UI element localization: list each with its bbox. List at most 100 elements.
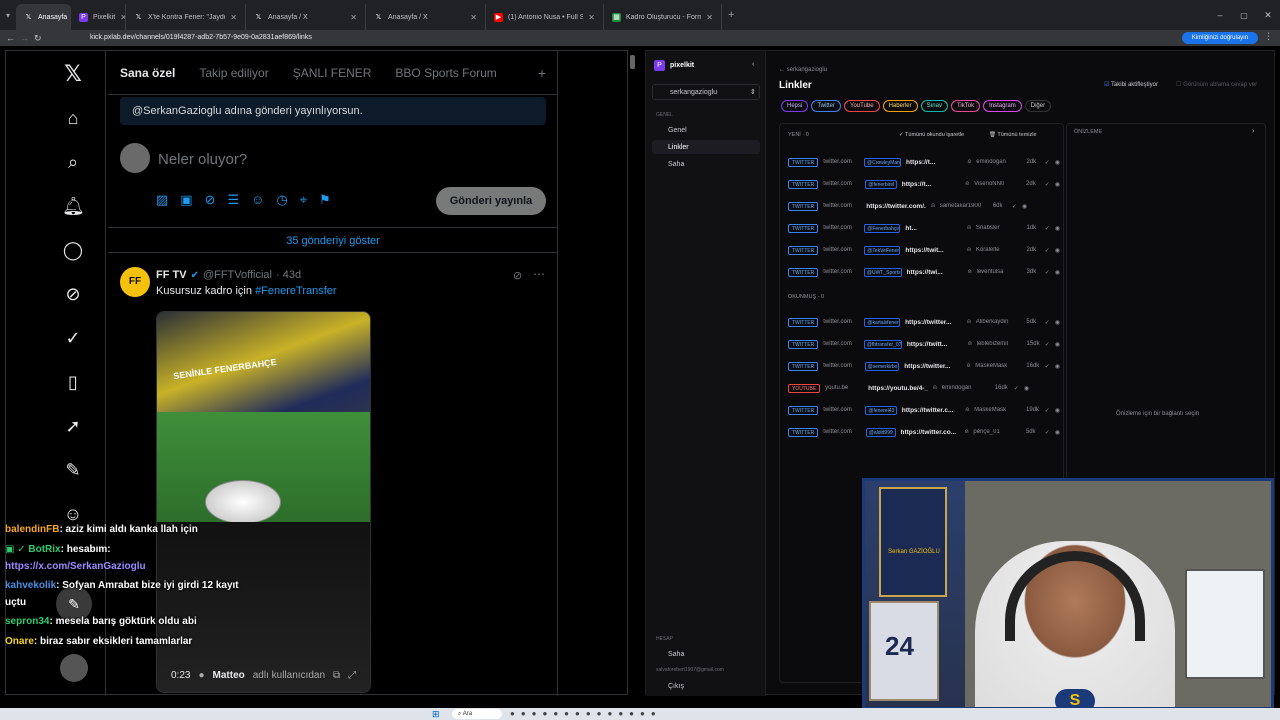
- nav-linkler[interactable]: Linkler: [668, 144, 689, 151]
- link-row[interactable]: TWITTER twitter.com @kartalsfener https://t…: [788, 315, 1060, 329]
- link-row[interactable]: TWITTER twitter.com @fbtransfer_07 https://…: [788, 337, 1060, 351]
- tab-following[interactable]: Takip ediliyor: [187, 66, 280, 80]
- flag-icon[interactable]: ⚑: [319, 192, 331, 208]
- filter-twitter[interactable]: Twitter: [811, 100, 842, 112]
- preview-eye-icon[interactable]: ◉: [1055, 429, 1060, 436]
- clear-all-button[interactable]: 🗑︎ Tümünü temizle: [989, 132, 1037, 138]
- schedule-icon[interactable]: ◷: [276, 192, 287, 208]
- lists-icon[interactable]: ✎: [62, 459, 84, 481]
- add-tab-icon[interactable]: +: [526, 65, 558, 81]
- mark-read-icon[interactable]: ✓: [1045, 181, 1050, 188]
- tweet[interactable]: FF FF TV ✔ @FFTVofficial · 43d ⊘ ⋯ Kusur…: [108, 257, 558, 697]
- profile-icon[interactable]: ☺: [62, 503, 84, 525]
- show-new-posts[interactable]: 35 gönderiyi göster: [108, 227, 558, 253]
- post-button[interactable]: Gönderi yayınla: [436, 187, 546, 215]
- close-icon[interactable]: ✕: [706, 13, 713, 22]
- mark-read-icon[interactable]: ✓: [1045, 363, 1050, 370]
- verified-icon[interactable]: ✓: [62, 327, 84, 349]
- link-row[interactable]: TWITTER twitter.com @CrowleyMan https://t..…: [788, 155, 1060, 169]
- maximize-icon[interactable]: ▢: [1232, 11, 1256, 20]
- tab-for-you[interactable]: Sana özel: [108, 66, 187, 80]
- filter-other[interactable]: Diğer: [1024, 100, 1052, 112]
- link-row[interactable]: TWITTER twitter.com https://twitter.com/..…: [788, 199, 1060, 213]
- link-row[interactable]: TWITTER twitter.com @fenerbirel https://t..…: [788, 177, 1060, 191]
- mark-read-icon[interactable]: ✓: [1045, 225, 1050, 232]
- link-row[interactable]: TWITTER twitter.com @Fenerbahçe ht... ⍝ Snabs…: [788, 221, 1060, 235]
- notifications-icon[interactable]: 🔔︎: [62, 195, 85, 217]
- back-link[interactable]: ← serkangazioglu: [779, 67, 827, 73]
- pip-icon[interactable]: ⧉: [333, 670, 340, 681]
- link-url[interactable]: https://twitter...: [905, 319, 962, 326]
- link-row[interactable]: TWITTER twitter.com @semerkirbo https://twi…: [788, 359, 1060, 373]
- preview-eye-icon[interactable]: ◉: [1055, 363, 1060, 370]
- profile-button[interactable]: Kimliğinizi doğrulayın: [1182, 32, 1258, 44]
- tweet-avatar[interactable]: FF: [120, 267, 150, 297]
- link-url[interactable]: https://youtu.be/4-_eSNQOkuw: [868, 385, 928, 392]
- follow-toggle[interactable]: ☑ Takibi aktifleştiyor: [1104, 81, 1158, 88]
- nav-genel[interactable]: Genel: [668, 127, 687, 134]
- new-tab-icon[interactable]: +: [728, 9, 734, 21]
- link-url[interactable]: https://twit...: [905, 247, 962, 254]
- tweet-author-name[interactable]: FF TV: [156, 269, 187, 281]
- link-url[interactable]: ht...: [905, 225, 962, 232]
- tweet-author-handle[interactable]: @FFTVofficial: [203, 269, 272, 281]
- tab-youtube[interactable]: ▶ (1) Antonio Nusa • Full Season ✕: [486, 4, 604, 30]
- emoji-icon[interactable]: ☺: [251, 192, 264, 208]
- back-icon[interactable]: ←: [6, 33, 20, 43]
- nav-saha[interactable]: Saha: [668, 161, 684, 168]
- tab-sanli-fener[interactable]: ŞANLI FENER: [281, 66, 384, 80]
- preview-eye-icon[interactable]: ◉: [1055, 247, 1060, 254]
- fullscreen-icon[interactable]: ⤢: [348, 670, 356, 681]
- home-icon[interactable]: ⌂: [62, 107, 84, 129]
- preview-eye-icon[interactable]: ◉: [1055, 319, 1060, 326]
- close-icon[interactable]: ✕: [588, 13, 595, 22]
- more-options-icon[interactable]: ⋯: [533, 267, 545, 281]
- tab-bbo-sports-forum[interactable]: BBO Sports Forum: [383, 66, 508, 80]
- tab-menu-icon[interactable]: ▾: [0, 11, 16, 20]
- preview-expand-icon[interactable]: ›: [1252, 128, 1254, 135]
- filter-tiktok[interactable]: TikTok: [950, 100, 981, 112]
- video-user[interactable]: Matteo: [213, 670, 245, 681]
- tab-kontra-fener[interactable]: 𝕏 X'te Kontra Fener: "Jayden Oos... ✕: [126, 4, 246, 30]
- scrollbar[interactable]: [630, 55, 635, 69]
- preview-eye-icon[interactable]: ◉: [1055, 269, 1060, 276]
- bookmarks-icon[interactable]: ▯: [62, 371, 84, 393]
- link-row[interactable]: TWITTER twitter.com @TekVeFener https://twi…: [788, 243, 1060, 257]
- link-url[interactable]: https://t...: [906, 159, 963, 166]
- link-url[interactable]: https://twitter.co...: [901, 429, 960, 436]
- tab-anasayfa-x-2[interactable]: 𝕏 Anasayfa / X ✕: [366, 4, 486, 30]
- forward-icon[interactable]: →: [20, 33, 34, 43]
- preview-eye-icon[interactable]: ◉: [1055, 407, 1060, 414]
- taskbar-search[interactable]: ⌕ Ara: [452, 709, 502, 719]
- mark-read-icon[interactable]: ✓: [1014, 385, 1019, 392]
- link-row[interactable]: TWITTER twitter.com @aldid999 https://twitt…: [788, 425, 1060, 439]
- logout-button[interactable]: Çıkış: [668, 683, 684, 690]
- messages-icon[interactable]: ◯: [62, 239, 84, 261]
- poll-icon[interactable]: ☰: [228, 192, 240, 208]
- tab-anasayfa[interactable]: 𝕏Anasayfa✕: [16, 4, 71, 30]
- mark-read-icon[interactable]: ✓: [1045, 269, 1050, 276]
- mark-read-icon[interactable]: ✓: [1045, 159, 1050, 166]
- filter-news[interactable]: Haberler: [882, 100, 918, 112]
- link-url[interactable]: https://t...: [902, 181, 961, 188]
- preview-eye-icon[interactable]: ◉: [1055, 181, 1060, 188]
- window-close-icon[interactable]: ✕: [1256, 10, 1280, 21]
- mark-read-icon[interactable]: ✓: [1045, 429, 1050, 436]
- grok-icon[interactable]: ⊘: [205, 192, 216, 208]
- search-icon[interactable]: ⌕: [62, 151, 84, 173]
- location-icon[interactable]: ⌖: [300, 192, 307, 208]
- mark-read-icon[interactable]: ✓: [1012, 203, 1017, 210]
- filter-youtube[interactable]: YouTube: [844, 100, 880, 112]
- grok-explain-icon[interactable]: ⊘: [513, 269, 522, 282]
- preview-eye-icon[interactable]: ◉: [1055, 159, 1060, 166]
- link-url[interactable]: https://twi...: [907, 269, 963, 276]
- collapse-sidebar-icon[interactable]: ‹: [752, 61, 754, 68]
- mark-read-icon[interactable]: ✓: [1045, 407, 1050, 414]
- close-icon[interactable]: ✕: [350, 13, 357, 22]
- windows-start-icon[interactable]: ⊞: [432, 709, 440, 720]
- link-row[interactable]: TWITTER twitter.com @fenerel43 https://twit…: [788, 403, 1060, 417]
- preview-eye-icon[interactable]: ◉: [1055, 341, 1060, 348]
- account-saha[interactable]: Saha: [668, 651, 684, 658]
- link-url[interactable]: https://twitter.com/...: [866, 203, 926, 210]
- gif-icon[interactable]: ▣: [180, 192, 192, 208]
